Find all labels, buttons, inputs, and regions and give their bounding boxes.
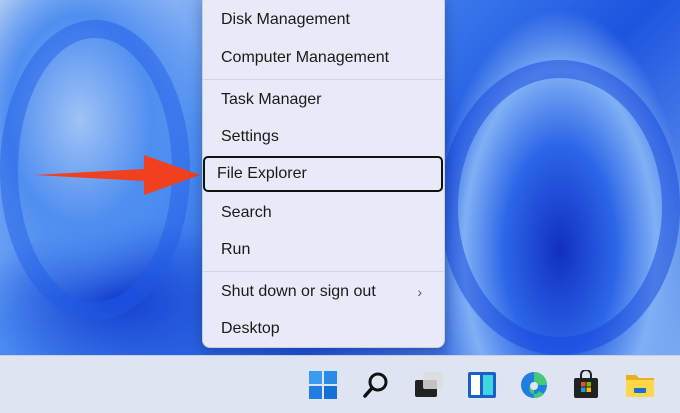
menu-item-label: Settings — [221, 128, 279, 145]
menu-item-settings[interactable]: Settings — [207, 120, 440, 154]
menu-item-label: Computer Management — [221, 49, 390, 66]
menu-item-shut-down[interactable]: Shut down or sign out › — [207, 275, 440, 309]
menu-item-label: Task Manager — [221, 91, 322, 108]
menu-item-desktop[interactable]: Desktop — [207, 312, 440, 346]
red-arrow-annotation — [34, 155, 200, 195]
winx-context-menu: Disk Management Computer Management Task… — [202, 0, 445, 348]
menu-item-task-manager[interactable]: Task Manager — [207, 83, 440, 117]
windows-start-icon[interactable] — [308, 370, 338, 400]
widgets-icon[interactable] — [467, 370, 497, 400]
file-explorer-icon[interactable] — [625, 370, 655, 400]
search-icon[interactable] — [361, 370, 391, 400]
menu-item-label: Search — [221, 204, 272, 221]
menu-separator — [203, 271, 444, 272]
menu-item-file-explorer[interactable]: File Explorer — [203, 156, 443, 192]
edge-icon[interactable] — [519, 370, 549, 400]
menu-item-label: Run — [221, 241, 251, 258]
menu-item-run[interactable]: Run — [207, 233, 440, 267]
task-view-icon[interactable] — [414, 370, 444, 400]
menu-item-label: Shut down or sign out — [221, 283, 376, 300]
menu-item-label: Disk Management — [221, 11, 350, 28]
store-icon[interactable] — [571, 370, 601, 400]
menu-item-computer-management[interactable]: Computer Management — [207, 41, 440, 75]
menu-item-label: File Explorer — [217, 165, 307, 182]
menu-separator — [203, 79, 444, 80]
menu-item-search[interactable]: Search — [207, 196, 440, 230]
wallpaper-swirl — [440, 60, 680, 355]
menu-item-disk-management[interactable]: Disk Management — [207, 3, 440, 37]
taskbar — [0, 355, 680, 413]
menu-item-label: Desktop — [221, 320, 280, 337]
chevron-right-icon: › — [417, 284, 422, 300]
